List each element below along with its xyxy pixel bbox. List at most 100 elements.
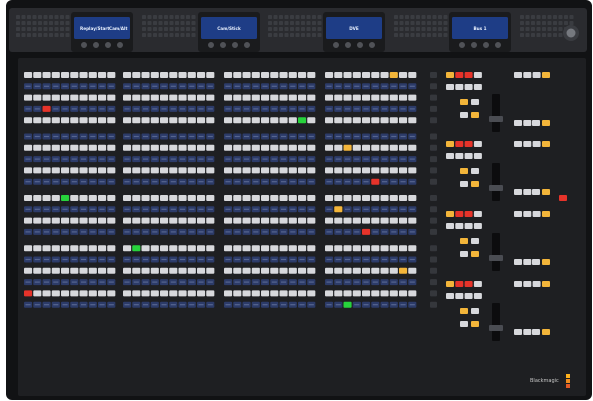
cut-key[interactable] [471,308,479,314]
transition-key[interactable] [471,321,479,327]
key-button[interactable] [150,290,159,297]
key-button[interactable] [24,167,33,174]
key-button[interactable] [206,94,215,101]
key-button[interactable] [233,167,242,174]
key-button[interactable] [187,245,196,252]
key-button[interactable] [389,117,398,124]
key-button[interactable] [61,117,70,124]
key-button[interactable] [408,72,417,78]
key-button[interactable] [288,117,297,124]
transition-key[interactable] [460,251,468,257]
key-button[interactable] [178,217,187,224]
key-button[interactable] [270,94,279,101]
key-button[interactable] [307,72,316,78]
key-button[interactable] [197,245,206,252]
joystick-icon[interactable] [563,25,579,41]
key-button[interactable] [270,290,279,297]
key-button[interactable] [224,117,233,124]
key-button[interactable] [79,217,88,224]
key-button[interactable] [187,290,196,297]
key-button[interactable] [61,267,70,274]
key-button[interactable] [206,290,215,297]
key-button[interactable] [51,144,60,151]
key-button[interactable] [123,290,132,297]
key-button[interactable] [206,144,215,151]
key-button[interactable] [169,117,178,124]
key-button[interactable] [270,195,279,201]
key-button[interactable] [279,290,288,297]
key-button[interactable] [380,195,389,201]
key-button[interactable] [343,245,352,252]
key-button[interactable] [33,72,42,78]
transition-key[interactable] [446,211,454,217]
key-button[interactable] [107,245,116,252]
key-button[interactable] [88,167,97,174]
key-button[interactable] [197,195,206,201]
row-shift-button[interactable] [430,72,437,78]
key-button[interactable] [24,144,33,151]
key-button[interactable] [206,117,215,124]
key-button[interactable] [343,195,352,201]
key-button[interactable] [206,245,215,252]
key-button[interactable] [380,290,389,297]
key-button[interactable] [325,290,334,297]
key-button[interactable] [352,245,361,252]
key-button[interactable] [224,267,233,274]
key-button[interactable] [141,290,150,297]
transition-key[interactable] [446,223,454,229]
key-button[interactable] [334,245,343,252]
key-button[interactable] [251,117,260,124]
key-button[interactable] [380,217,389,224]
key-button[interactable] [51,217,60,224]
key-button[interactable] [51,245,60,252]
key-button[interactable] [362,217,371,224]
key-button[interactable] [61,94,70,101]
key-button[interactable] [88,117,97,124]
key-button[interactable] [251,94,260,101]
key-button[interactable] [352,117,361,124]
key-button[interactable] [24,195,33,201]
key-button[interactable] [307,245,316,252]
key-button[interactable] [33,245,42,252]
transition-key[interactable] [460,112,468,118]
key-button[interactable] [233,267,242,274]
key-button[interactable] [160,290,169,297]
row-shift-button[interactable] [430,267,437,274]
key-button[interactable] [132,290,141,297]
key-button[interactable] [261,144,270,151]
key-button[interactable] [169,267,178,274]
key-button[interactable] [279,245,288,252]
key-button[interactable] [224,217,233,224]
key-button[interactable] [389,290,398,297]
key-button[interactable] [233,245,242,252]
key-button[interactable] [251,72,260,78]
key-button[interactable] [389,217,398,224]
key-button[interactable] [150,217,159,224]
display-knob[interactable] [92,41,100,49]
key-button[interactable] [279,167,288,174]
row-shift-button[interactable] [430,301,437,308]
row-shift-button[interactable] [430,105,437,112]
display-knob[interactable] [356,41,364,49]
key-button[interactable] [160,167,169,174]
mix-key[interactable] [532,189,540,195]
key-button[interactable] [98,195,107,201]
key-button[interactable] [79,195,88,201]
key-button[interactable] [42,217,51,224]
transition-key[interactable] [446,293,454,299]
auto-key[interactable] [460,238,468,244]
key-button[interactable] [325,117,334,124]
key-button[interactable] [371,267,380,274]
key-button[interactable] [79,267,88,274]
key-button[interactable] [251,144,260,151]
key-button[interactable] [51,290,60,297]
key-button[interactable] [362,195,371,201]
key-button[interactable] [51,72,60,78]
key-button[interactable] [362,94,371,101]
key-button[interactable] [169,72,178,78]
key-button[interactable] [79,94,88,101]
key-button[interactable] [224,245,233,252]
display-knob[interactable] [332,41,340,49]
key-button[interactable] [107,72,116,78]
lit-key-button[interactable] [371,178,380,185]
